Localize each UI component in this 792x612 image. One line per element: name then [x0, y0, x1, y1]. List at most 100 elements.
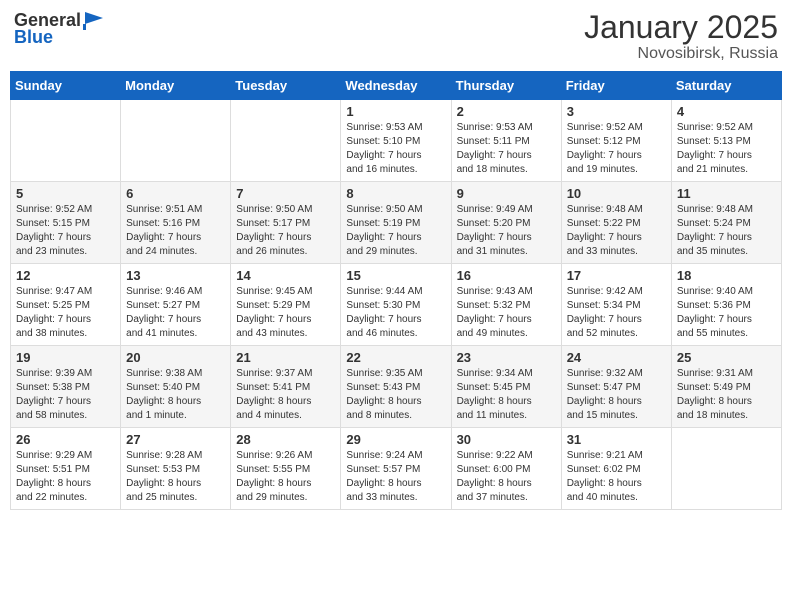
- day-info: Sunrise: 9:29 AM Sunset: 5:51 PM Dayligh…: [16, 449, 115, 505]
- day-number: 19: [16, 350, 115, 365]
- calendar-day-16: 16 Sunrise: 9:43 AM Sunset: 5:32 PM Dayli…: [451, 264, 561, 346]
- calendar-day-13: 13Sunrise: 9:46 AM Sunset: 5:27 PM Dayli…: [121, 264, 231, 346]
- day-info: Sunrise: 9:31 AM Sunset: 5:49 PM Dayligh…: [677, 367, 776, 423]
- day-info: Sunrise: 9:51 AM Sunset: 5:16 PM Dayligh…: [126, 203, 225, 259]
- month-title: January 2025: [584, 10, 778, 45]
- day-number: 21: [236, 350, 335, 365]
- calendar-day-28: 28 Sunrise: 9:26 AM Sunset: 5:55 PM Dayli…: [231, 428, 341, 510]
- day-number: 3: [567, 104, 666, 119]
- day-number: 27: [126, 432, 225, 447]
- day-info: Sunrise: 9:52 AM Sunset: 5:15 PM Dayligh…: [16, 203, 115, 259]
- calendar-day-17: 17 Sunrise: 9:42 AM Sunset: 5:34 PM Dayli…: [561, 264, 671, 346]
- day-info: Sunrise: 9:50 AM Sunset: 5:19 PM Dayligh…: [346, 203, 445, 259]
- weekday-header-monday: Monday: [121, 72, 231, 100]
- calendar-day-12: 12 Sunrise: 9:47 AM Sunset: 5:25 PM Dayli…: [11, 264, 121, 346]
- weekday-header-row: SundayMondayTuesdayWednesdayThursdayFrid…: [11, 72, 782, 100]
- calendar-day-21: 21 Sunrise: 9:37 AM Sunset: 5:41 PM Dayli…: [231, 346, 341, 428]
- weekday-header-tuesday: Tuesday: [231, 72, 341, 100]
- empty-day-cell: [671, 428, 781, 510]
- weekday-header-friday: Friday: [561, 72, 671, 100]
- calendar-day-29: 29 Sunrise: 9:24 AM Sunset: 5:57 PM Dayli…: [341, 428, 451, 510]
- day-info: Sunrise: 9:52 AM Sunset: 5:13 PM Dayligh…: [677, 121, 776, 177]
- page-header: General Blue January 2025 Novosibirsk, R…: [10, 10, 782, 63]
- day-info: Sunrise: 9:44 AM Sunset: 5:30 PM Dayligh…: [346, 285, 445, 341]
- day-info: Sunrise: 9:49 AM Sunset: 5:20 PM Dayligh…: [457, 203, 556, 259]
- day-info: Sunrise: 9:46 AM Sunset: 5:27 PM Dayligh…: [126, 285, 225, 341]
- day-number: 29: [346, 432, 445, 447]
- calendar-day-30: 30Sunrise: 9:22 AM Sunset: 6:00 PM Dayli…: [451, 428, 561, 510]
- day-number: 23: [457, 350, 556, 365]
- day-info: Sunrise: 9:37 AM Sunset: 5:41 PM Dayligh…: [236, 367, 335, 423]
- calendar-week-row: 19 Sunrise: 9:39 AM Sunset: 5:38 PM Dayli…: [11, 346, 782, 428]
- calendar-day-9: 9 Sunrise: 9:49 AM Sunset: 5:20 PM Daylig…: [451, 182, 561, 264]
- logo: General Blue: [14, 10, 105, 48]
- calendar-day-23: 23Sunrise: 9:34 AM Sunset: 5:45 PM Dayli…: [451, 346, 561, 428]
- day-number: 7: [236, 186, 335, 201]
- day-number: 22: [346, 350, 445, 365]
- day-number: 9: [457, 186, 556, 201]
- day-number: 10: [567, 186, 666, 201]
- day-info: Sunrise: 9:21 AM Sunset: 6:02 PM Dayligh…: [567, 449, 666, 505]
- day-info: Sunrise: 9:35 AM Sunset: 5:43 PM Dayligh…: [346, 367, 445, 423]
- day-number: 24: [567, 350, 666, 365]
- day-number: 6: [126, 186, 225, 201]
- calendar-day-8: 8 Sunrise: 9:50 AM Sunset: 5:19 PM Daylig…: [341, 182, 451, 264]
- day-number: 28: [236, 432, 335, 447]
- day-info: Sunrise: 9:47 AM Sunset: 5:25 PM Dayligh…: [16, 285, 115, 341]
- day-number: 31: [567, 432, 666, 447]
- day-number: 14: [236, 268, 335, 283]
- empty-day-cell: [121, 100, 231, 182]
- day-number: 4: [677, 104, 776, 119]
- day-number: 11: [677, 186, 776, 201]
- day-info: Sunrise: 9:53 AM Sunset: 5:10 PM Dayligh…: [346, 121, 445, 177]
- day-number: 15: [346, 268, 445, 283]
- calendar-day-19: 19 Sunrise: 9:39 AM Sunset: 5:38 PM Dayli…: [11, 346, 121, 428]
- day-info: Sunrise: 9:43 AM Sunset: 5:32 PM Dayligh…: [457, 285, 556, 341]
- day-info: Sunrise: 9:24 AM Sunset: 5:57 PM Dayligh…: [346, 449, 445, 505]
- calendar-week-row: 1 Sunrise: 9:53 AM Sunset: 5:10 PM Daylig…: [11, 100, 782, 182]
- calendar-day-26: 26 Sunrise: 9:29 AM Sunset: 5:51 PM Dayli…: [11, 428, 121, 510]
- day-info: Sunrise: 9:26 AM Sunset: 5:55 PM Dayligh…: [236, 449, 335, 505]
- title-section: January 2025 Novosibirsk, Russia: [584, 10, 778, 63]
- day-info: Sunrise: 9:28 AM Sunset: 5:53 PM Dayligh…: [126, 449, 225, 505]
- weekday-header-saturday: Saturday: [671, 72, 781, 100]
- day-info: Sunrise: 9:50 AM Sunset: 5:17 PM Dayligh…: [236, 203, 335, 259]
- day-info: Sunrise: 9:48 AM Sunset: 5:22 PM Dayligh…: [567, 203, 666, 259]
- day-number: 17: [567, 268, 666, 283]
- calendar-day-18: 18 Sunrise: 9:40 AM Sunset: 5:36 PM Dayli…: [671, 264, 781, 346]
- day-info: Sunrise: 9:52 AM Sunset: 5:12 PM Dayligh…: [567, 121, 666, 177]
- calendar-day-6: 6 Sunrise: 9:51 AM Sunset: 5:16 PM Daylig…: [121, 182, 231, 264]
- logo-flag-icon: [83, 12, 105, 30]
- day-info: Sunrise: 9:40 AM Sunset: 5:36 PM Dayligh…: [677, 285, 776, 341]
- day-info: Sunrise: 9:32 AM Sunset: 5:47 PM Dayligh…: [567, 367, 666, 423]
- day-number: 16: [457, 268, 556, 283]
- day-info: Sunrise: 9:42 AM Sunset: 5:34 PM Dayligh…: [567, 285, 666, 341]
- weekday-header-thursday: Thursday: [451, 72, 561, 100]
- calendar-day-20: 20Sunrise: 9:38 AM Sunset: 5:40 PM Dayli…: [121, 346, 231, 428]
- day-number: 12: [16, 268, 115, 283]
- calendar-week-row: 5 Sunrise: 9:52 AM Sunset: 5:15 PM Daylig…: [11, 182, 782, 264]
- day-info: Sunrise: 9:38 AM Sunset: 5:40 PM Dayligh…: [126, 367, 225, 423]
- weekday-header-sunday: Sunday: [11, 72, 121, 100]
- calendar-day-7: 7 Sunrise: 9:50 AM Sunset: 5:17 PM Daylig…: [231, 182, 341, 264]
- calendar-day-24: 24 Sunrise: 9:32 AM Sunset: 5:47 PM Dayli…: [561, 346, 671, 428]
- calendar-table: SundayMondayTuesdayWednesdayThursdayFrid…: [10, 71, 782, 510]
- day-number: 1: [346, 104, 445, 119]
- calendar-day-3: 3 Sunrise: 9:52 AM Sunset: 5:12 PM Daylig…: [561, 100, 671, 182]
- day-number: 26: [16, 432, 115, 447]
- day-number: 30: [457, 432, 556, 447]
- day-number: 18: [677, 268, 776, 283]
- location-title: Novosibirsk, Russia: [584, 45, 778, 63]
- calendar-day-10: 10 Sunrise: 9:48 AM Sunset: 5:22 PM Dayli…: [561, 182, 671, 264]
- empty-day-cell: [231, 100, 341, 182]
- day-number: 8: [346, 186, 445, 201]
- day-number: 5: [16, 186, 115, 201]
- day-info: Sunrise: 9:53 AM Sunset: 5:11 PM Dayligh…: [457, 121, 556, 177]
- day-number: 25: [677, 350, 776, 365]
- calendar-day-25: 25 Sunrise: 9:31 AM Sunset: 5:49 PM Dayli…: [671, 346, 781, 428]
- calendar-day-11: 11Sunrise: 9:48 AM Sunset: 5:24 PM Dayli…: [671, 182, 781, 264]
- day-info: Sunrise: 9:39 AM Sunset: 5:38 PM Dayligh…: [16, 367, 115, 423]
- calendar-day-4: 4 Sunrise: 9:52 AM Sunset: 5:13 PM Daylig…: [671, 100, 781, 182]
- day-number: 2: [457, 104, 556, 119]
- weekday-header-wednesday: Wednesday: [341, 72, 451, 100]
